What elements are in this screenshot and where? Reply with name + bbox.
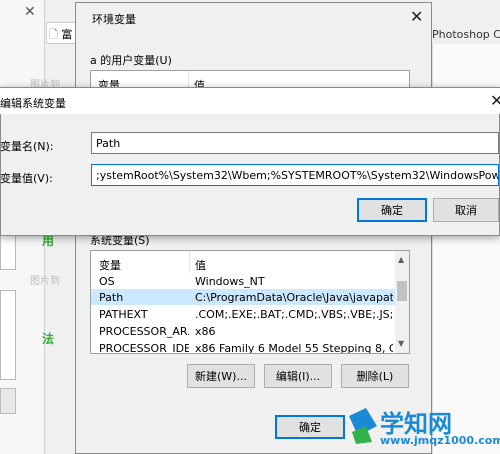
row-name: PROCESSOR_AR... [99, 325, 189, 338]
watermark-url: www.jmqz1000.com [380, 434, 500, 447]
column-divider [189, 251, 190, 273]
background-green-label: 法 [42, 332, 55, 346]
table-row[interactable]: PROCESSOR_AR... x86 [91, 323, 395, 339]
background-box [0, 388, 16, 414]
background-faded-text: 图片到 [30, 276, 60, 287]
variable-value-field[interactable]: ;ystemRoot%\System32\Wbem;%SYSTEMROOT%\S… [91, 164, 499, 186]
variable-value-label: 变量值(V): [0, 172, 53, 185]
scroll-thumb[interactable] [397, 281, 407, 301]
user-variables-label: a 的用户变量(U) [90, 54, 172, 67]
tab-text: 富 [61, 28, 73, 41]
row-value: x86 Family 6 Model 55 Stepping 8, Gen... [195, 342, 393, 354]
background-photoshop-text: Photoshop CS6 [432, 28, 500, 41]
vertical-scrollbar[interactable]: ▲ ▼ [395, 251, 409, 353]
edit-dialog-title: 编辑系统变量 [0, 97, 66, 110]
row-name: PROCESSOR_IDE... [99, 342, 189, 354]
env-window-title: 环境变量 [92, 13, 136, 26]
table-row-selected[interactable]: Path C:\ProgramData\Oracle\Java\javapath… [91, 289, 395, 305]
table-row[interactable]: PATHEXT .COM;.EXE;.BAT;.CMD;.VBS;.VBE;.J… [91, 306, 395, 322]
doc-icon: 🗋 [49, 28, 58, 41]
row-name: Path [99, 291, 124, 304]
row-value: Windows_NT [195, 275, 265, 288]
sys-column-header-name[interactable]: 变量 [99, 257, 121, 273]
variable-name-label: 变量名(N): [0, 140, 54, 153]
watermark-logo-icon [346, 404, 380, 446]
edit-dialog-titlebar [0, 88, 500, 114]
edit-dialog-close-icon[interactable]: ✕ [490, 93, 500, 109]
background-close-icon: ✕ [24, 4, 36, 20]
new-variable-button[interactable]: 新建(W)... [187, 364, 255, 388]
edit-ok-button[interactable]: 确定 [357, 198, 427, 222]
edit-cancel-button[interactable]: 取消 [433, 198, 499, 222]
sys-column-header-value[interactable]: 值 [195, 257, 206, 273]
table-row[interactable]: OS Windows_NT [91, 273, 395, 289]
env-window-close-icon[interactable]: ✕ [410, 9, 423, 25]
scroll-up-icon[interactable]: ▲ [398, 255, 404, 264]
scroll-down-icon[interactable]: ▼ [398, 339, 404, 348]
row-name: OS [99, 275, 115, 288]
env-ok-button[interactable]: 确定 [275, 415, 345, 439]
table-row[interactable]: PROCESSOR_IDE... x86 Family 6 Model 55 S… [91, 340, 395, 354]
edit-variable-button[interactable]: 编辑(I)... [264, 364, 332, 388]
row-value: x86 [195, 325, 216, 338]
system-variables-list: 变量 值 OS Windows_NT Path C:\ProgramData\O… [90, 250, 410, 354]
row-name: PATHEXT [99, 308, 148, 321]
row-value: C:\ProgramData\Oracle\Java\javapath;C... [195, 291, 393, 304]
background-tab: 🗋 富 [46, 22, 76, 44]
row-value: .COM;.EXE;.BAT;.CMD;.VBS;.VBE;.JS;.JSE;.… [195, 308, 393, 321]
background-box [0, 290, 16, 380]
variable-name-field[interactable]: Path [91, 132, 499, 154]
delete-variable-button[interactable]: 删除(L) [341, 364, 409, 388]
